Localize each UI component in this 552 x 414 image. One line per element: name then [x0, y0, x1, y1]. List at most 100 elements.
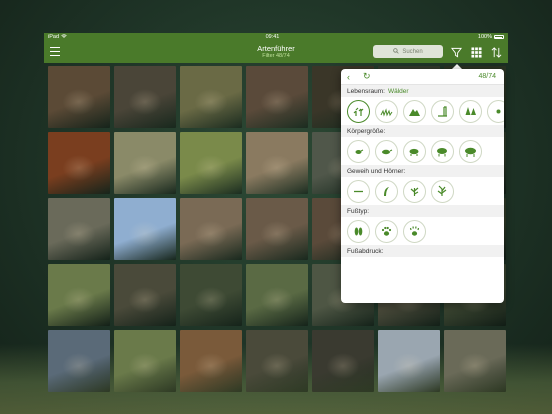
species-photo	[444, 330, 506, 392]
species-photo	[114, 198, 176, 260]
large-antlers-icon	[437, 185, 447, 196]
size-xxlarge-option[interactable]	[459, 139, 482, 163]
species-tile[interactable]	[246, 66, 308, 128]
no-antlers-icon	[354, 190, 363, 192]
species-photo	[114, 66, 176, 128]
meadow-habitat-option[interactable]	[375, 99, 398, 123]
search-field[interactable]: Suchen	[373, 45, 443, 58]
size-large-option[interactable]	[403, 139, 426, 163]
filter-section-value: Wälder	[387, 87, 409, 95]
species-photo	[180, 198, 242, 260]
species-tile[interactable]	[114, 198, 176, 260]
species-photo	[48, 330, 110, 392]
species-photo	[48, 198, 110, 260]
species-tile[interactable]	[246, 132, 308, 194]
filter-option-row	[341, 97, 504, 125]
filter-section-title: Geweih und Hörner:	[347, 167, 406, 175]
hoof-option[interactable]	[347, 219, 370, 243]
filter-option-row	[341, 177, 504, 205]
paw-icon	[381, 226, 392, 236]
hoof-icon	[354, 227, 363, 235]
back-chevron-icon[interactable]: ‹	[347, 72, 350, 82]
large-antlers-option[interactable]	[431, 179, 454, 203]
carrier-label: iPad	[48, 34, 60, 40]
species-tile[interactable]	[114, 330, 176, 392]
species-tile[interactable]	[48, 264, 110, 326]
species-tile[interactable]	[444, 330, 506, 392]
conifer-habitat-icon	[465, 106, 476, 115]
filter-section-title: Fußtyp:	[347, 207, 370, 215]
town-habitat-option[interactable]	[431, 99, 454, 123]
paw-option[interactable]	[375, 219, 398, 243]
navigation-bar: Artenführer Filter 48/74 Suchen	[44, 41, 508, 63]
species-tile[interactable]	[246, 330, 308, 392]
species-tile[interactable]	[378, 330, 440, 392]
species-tile[interactable]	[48, 330, 110, 392]
species-tile[interactable]	[48, 132, 110, 194]
clock: 09:41	[265, 34, 280, 40]
small-antlers-option[interactable]	[403, 179, 426, 203]
size-large-icon	[409, 148, 419, 156]
size-small-option[interactable]	[347, 139, 370, 163]
forest-habitat-icon	[353, 107, 364, 116]
species-tile[interactable]	[114, 264, 176, 326]
species-tile[interactable]	[180, 264, 242, 326]
claw-paw-icon	[409, 225, 420, 236]
species-photo	[48, 132, 110, 194]
species-tile[interactable]	[180, 198, 242, 260]
battery-icon	[493, 35, 504, 39]
size-medium-icon	[382, 149, 393, 154]
species-tile[interactable]	[180, 132, 242, 194]
species-tile[interactable]	[312, 330, 374, 392]
sort-icon[interactable]	[489, 45, 503, 59]
species-photo	[378, 330, 440, 392]
species-photo	[114, 132, 176, 194]
filter-popover-header: ‹ ↻ 48/74	[341, 69, 504, 85]
species-photo	[180, 264, 242, 326]
forest-habitat-option[interactable]	[347, 99, 370, 123]
size-medium-option[interactable]	[375, 139, 398, 163]
species-tile[interactable]	[246, 198, 308, 260]
battery-percent: 100%	[477, 34, 492, 40]
species-tile[interactable]	[48, 66, 110, 128]
species-photo	[48, 66, 110, 128]
species-tile[interactable]	[114, 66, 176, 128]
filter-section-title: Lebensraum:	[347, 87, 385, 95]
filter-section-label: Fußabdruck:	[341, 245, 504, 257]
species-photo	[312, 330, 374, 392]
species-tile[interactable]	[180, 66, 242, 128]
filter-icon[interactable]	[449, 45, 463, 59]
species-tile[interactable]	[114, 132, 176, 194]
species-photo	[180, 66, 242, 128]
conifer-habitat-option[interactable]	[459, 99, 482, 123]
size-xlarge-option[interactable]	[431, 139, 454, 163]
species-photo	[246, 198, 308, 260]
filter-section-label: Lebensraum: Wälder	[341, 85, 504, 97]
more-habitat-icon	[496, 109, 501, 113]
horns-option[interactable]	[375, 179, 398, 203]
status-bar: iPad 09:41 100%	[44, 33, 508, 41]
filter-section-title: Fußabdruck:	[347, 247, 384, 255]
more-habitat-option[interactable]	[487, 99, 504, 123]
reset-filter-icon[interactable]: ↻	[363, 71, 371, 82]
filter-popover: ‹ ↻ 48/74 Lebensraum: Wälder Körpergröße: G…	[341, 69, 504, 303]
filter-option-row	[341, 217, 504, 245]
species-tile[interactable]	[246, 264, 308, 326]
species-photo	[48, 264, 110, 326]
grid-icon[interactable]	[469, 45, 483, 59]
species-tile[interactable]	[48, 198, 110, 260]
size-xlarge-icon	[437, 147, 447, 156]
species-tile[interactable]	[180, 330, 242, 392]
claw-paw-option[interactable]	[403, 219, 426, 243]
wifi-icon	[61, 33, 67, 41]
horns-icon	[384, 186, 389, 196]
no-antlers-option[interactable]	[347, 179, 370, 203]
filter-section-label: Körpergröße:	[341, 125, 504, 137]
size-small-icon	[355, 149, 364, 154]
species-photo	[180, 132, 242, 194]
species-photo	[246, 132, 308, 194]
mountain-habitat-icon	[409, 108, 420, 116]
filter-option-row	[341, 137, 504, 165]
mountain-habitat-option[interactable]	[403, 99, 426, 123]
species-photo	[114, 264, 176, 326]
